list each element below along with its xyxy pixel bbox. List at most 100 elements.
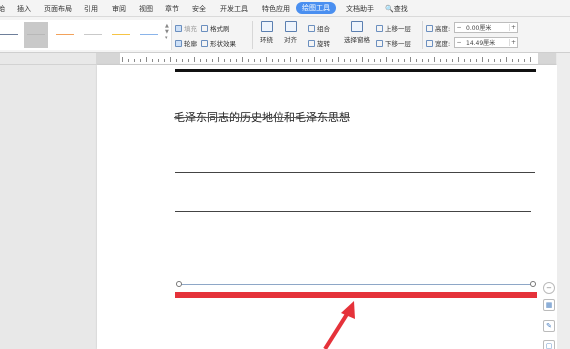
ruler-tick: [374, 59, 375, 62]
selection-pane-label: 选择窗格: [344, 36, 370, 44]
ruler-tick: [218, 57, 219, 62]
group-button[interactable]: 组合: [308, 23, 330, 33]
ruler-tick: [182, 59, 183, 62]
ruler-tick: [518, 59, 519, 62]
ruler-margin-right: [538, 53, 556, 65]
ruler-tick: [332, 59, 333, 62]
format-painter-label: 格式刷: [210, 25, 230, 33]
line-style-swatch[interactable]: [56, 34, 74, 35]
height-label: 高度:: [435, 25, 451, 33]
ruler-tick: [140, 59, 141, 62]
tab-page-layout[interactable]: 页面布局: [44, 4, 72, 14]
pen-icon[interactable]: ✎: [543, 320, 555, 332]
width-label-group: 宽度:: [426, 38, 450, 48]
line-style-swatch[interactable]: [27, 34, 45, 35]
tab-drawing-tools[interactable]: 绘图工具: [296, 2, 336, 14]
outline-icon: [175, 39, 182, 47]
ruler-tick: [452, 59, 453, 62]
ruler-tick: [284, 59, 285, 62]
tab-developer-tools[interactable]: 开发工具: [220, 4, 248, 14]
ruler-tick: [194, 57, 195, 62]
width-icon: [426, 39, 433, 47]
selection-pane-button[interactable]: 选择窗格: [344, 21, 370, 44]
ruler-tick: [164, 59, 165, 62]
ruler-tick: [308, 59, 309, 62]
line-style-gallery[interactable]: ▲ ▼ ▾: [0, 20, 172, 50]
ruler-tick: [356, 59, 357, 62]
align-button[interactable]: 对齐: [284, 21, 297, 44]
ruler-tick: [392, 59, 393, 62]
height-spinner[interactable]: − 0.00厘米 +: [454, 22, 518, 33]
width-spinner[interactable]: − 14.49厘米 +: [454, 37, 518, 48]
ruler-tick: [188, 59, 189, 62]
ruler-tick: [278, 59, 279, 62]
line-style-swatch[interactable]: [0, 34, 18, 35]
line-style-swatch[interactable]: [112, 34, 130, 35]
ruler-tick: [530, 57, 531, 62]
ruler-tick: [254, 59, 255, 62]
document-page[interactable]: 毛泽东同志的历史地位和毛泽东思想: [97, 65, 557, 349]
height-increase-button[interactable]: +: [509, 24, 517, 31]
shape-effect-button[interactable]: 形状效果: [201, 38, 236, 48]
outline-button[interactable]: 轮廓: [175, 38, 197, 48]
ruler-tick: [266, 57, 267, 62]
send-backward-button[interactable]: 下移一层: [376, 38, 411, 48]
tab-doc-assistant[interactable]: 文档助手: [346, 4, 374, 14]
tab-review[interactable]: 审阅: [112, 4, 126, 14]
width-increase-button[interactable]: +: [509, 39, 517, 46]
tab-start-partial[interactable]: 始: [0, 4, 5, 14]
height-value[interactable]: 0.00厘米: [463, 23, 509, 32]
ruler-tick: [302, 59, 303, 62]
format-painter-icon: [201, 24, 208, 32]
wrap-icon: [260, 21, 273, 32]
wrap-button[interactable]: 环绕: [260, 21, 273, 44]
ruler-tick: [146, 57, 147, 62]
tab-security[interactable]: 安全: [192, 4, 206, 14]
group-label: 组合: [317, 25, 330, 33]
ribbon-divider: [252, 21, 253, 49]
bring-forward-label: 上移一层: [385, 25, 411, 33]
line-style-swatch[interactable]: [140, 34, 158, 35]
tab-featured-apps[interactable]: 特色应用: [262, 4, 290, 14]
gallery-scroll-icon[interactable]: ▲ ▼ ▾: [165, 23, 169, 41]
ruler-margin-left: [96, 53, 120, 65]
ruler-tick: [128, 59, 129, 62]
ruler-tick: [224, 59, 225, 62]
format-painter-button[interactable]: 格式刷: [201, 23, 230, 33]
ruler-tick: [482, 57, 483, 62]
ruler-tick: [368, 59, 369, 62]
layout-options-icon[interactable]: ▦: [543, 299, 555, 311]
align-icon: [284, 21, 297, 32]
height-label-group: 高度:: [426, 23, 450, 33]
rotate-button[interactable]: 旋转: [308, 38, 330, 48]
tab-find[interactable]: 🔍查找: [385, 4, 408, 14]
tab-chapter[interactable]: 章节: [165, 4, 179, 14]
ruler-tick: [320, 59, 321, 62]
tab-insert[interactable]: 插入: [17, 4, 31, 14]
fill-button[interactable]: 填充: [175, 23, 197, 33]
ruler-tick: [290, 57, 291, 62]
ruler-gutter: [0, 53, 96, 65]
tab-references[interactable]: 引用: [84, 4, 98, 14]
line-style-swatch[interactable]: [84, 34, 102, 35]
bring-forward-button[interactable]: 上移一层: [376, 23, 411, 33]
horizontal-ruler[interactable]: [96, 53, 556, 65]
frame-icon[interactable]: ▢: [543, 340, 555, 349]
line-style-swatch-selected[interactable]: [24, 22, 48, 48]
ruler-tick: [434, 57, 435, 62]
wrap-label: 环绕: [260, 36, 273, 44]
ruler-tick: [344, 59, 345, 62]
red-arrow-annotation: [323, 301, 355, 349]
vertical-scrollbar[interactable]: [557, 53, 570, 349]
width-label: 宽度:: [435, 40, 451, 48]
ruler-tick: [506, 57, 507, 62]
ruler-tick: [158, 59, 159, 62]
ruler-tick: [470, 59, 471, 62]
collapse-icon[interactable]: −: [543, 282, 555, 294]
width-value[interactable]: 14.49厘米: [463, 38, 509, 47]
ruler-tick: [458, 57, 459, 62]
height-decrease-button[interactable]: −: [455, 24, 463, 31]
ruler-tick: [296, 59, 297, 62]
tab-view[interactable]: 视图: [139, 4, 153, 14]
width-decrease-button[interactable]: −: [455, 39, 463, 46]
